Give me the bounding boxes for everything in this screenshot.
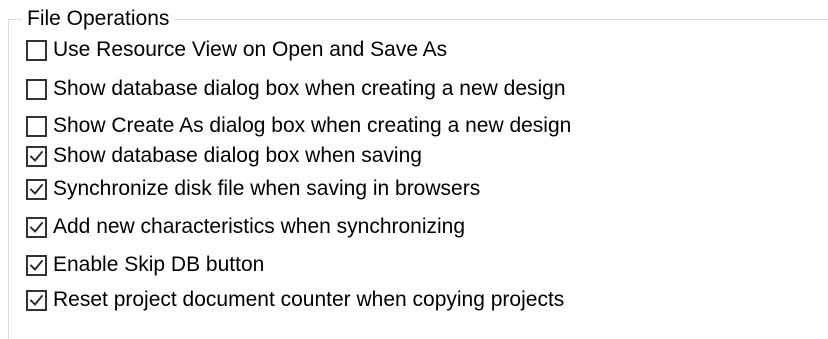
option-label: Synchronize disk file when saving in bro…: [53, 177, 481, 200]
option-label: Add new characteristics when synchronizi…: [53, 215, 466, 238]
option-reset-project-document-counter[interactable]: Reset project document counter when copy…: [26, 287, 564, 313]
option-label: Show database dialog box when saving: [53, 144, 422, 167]
option-label: Show Create As dialog box when creating …: [53, 114, 572, 137]
checkmark-icon: [29, 259, 44, 271]
checkbox-checked[interactable]: [26, 145, 47, 167]
option-label: Use Resource View on Open and Save As: [53, 38, 448, 61]
checkbox-checked[interactable]: [26, 178, 47, 200]
checkmark-icon: [29, 150, 44, 162]
option-label: Enable Skip DB button: [53, 253, 265, 276]
checkbox-checked[interactable]: [26, 216, 47, 238]
option-add-new-characteristics[interactable]: Add new characteristics when synchronizi…: [26, 214, 465, 240]
option-label: Show database dialog box when creating a…: [53, 77, 566, 100]
option-label: Reset project document counter when copy…: [53, 288, 565, 311]
option-enable-skip-db[interactable]: Enable Skip DB button: [26, 252, 264, 278]
checkbox[interactable]: [26, 115, 47, 137]
checkbox[interactable]: [26, 78, 47, 100]
option-show-create-as-dialog[interactable]: Show Create As dialog box when creating …: [26, 113, 571, 139]
checkbox[interactable]: [26, 39, 47, 61]
groupbox-title: File Operations: [22, 6, 175, 32]
option-show-database-dialog-new-design[interactable]: Show database dialog box when creating a…: [26, 76, 566, 102]
checkmark-icon: [29, 221, 44, 233]
checkmark-icon: [29, 294, 44, 306]
checkbox-checked[interactable]: [26, 289, 47, 311]
option-use-resource-view[interactable]: Use Resource View on Open and Save As: [26, 37, 447, 63]
checkbox-checked[interactable]: [26, 254, 47, 276]
option-show-database-dialog-saving[interactable]: Show database dialog box when saving: [26, 143, 422, 169]
checkmark-icon: [29, 183, 44, 195]
option-synchronize-disk-file[interactable]: Synchronize disk file when saving in bro…: [26, 176, 480, 202]
